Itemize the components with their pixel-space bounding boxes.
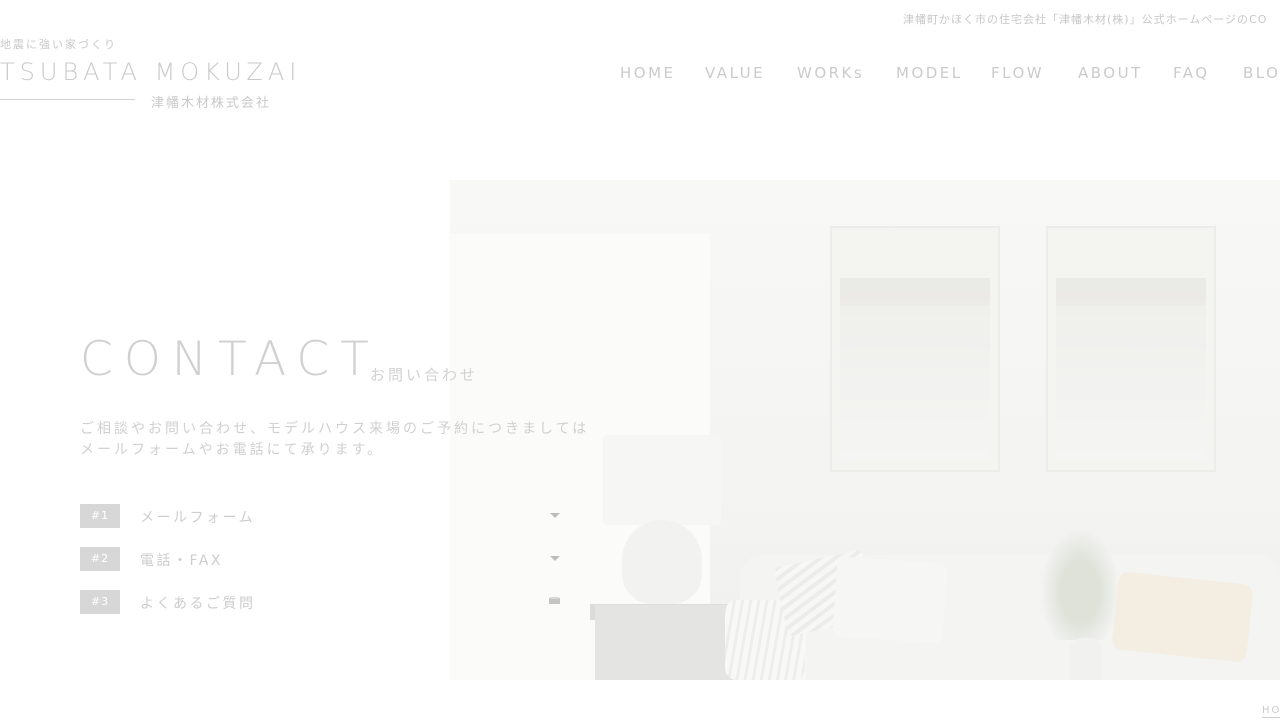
breadcrumb-home-link[interactable]: HO xyxy=(1262,705,1280,718)
wall-art-right xyxy=(1046,226,1216,472)
wall-art-left xyxy=(830,226,1000,472)
site-description: 津幡町かほく市の住宅会社「津幡木材(株)」公式ホームページのCO xyxy=(903,13,1268,26)
lamp-base xyxy=(622,520,702,604)
chevron-down-icon xyxy=(550,556,560,561)
chevron-down-icon xyxy=(550,513,560,518)
logo-divider xyxy=(0,99,135,100)
menu-item-faq[interactable]: #3 よくあるご質問 xyxy=(80,590,560,614)
menu-label: よくあるご質問 xyxy=(140,596,256,612)
menu-label: メールフォーム xyxy=(140,510,256,526)
nav-item-value[interactable]: VALUE xyxy=(705,64,765,82)
nav-item-faq[interactable]: FAQ xyxy=(1173,64,1210,82)
logo-name-jp: 津幡木材株式会社 xyxy=(151,96,272,111)
plant xyxy=(1035,520,1125,640)
nav-item-works[interactable]: WORKs xyxy=(797,64,864,82)
lead-line-2: メールフォームやお電話にて承ります。 xyxy=(80,442,385,458)
main-nav: HOME VALUE WORKs MODEL FLOW ABOUT FAQ BL… xyxy=(620,64,1280,86)
nav-item-blog[interactable]: BLOG xyxy=(1243,64,1280,82)
nav-item-flow[interactable]: FLOW xyxy=(991,64,1044,82)
lead-text: ご相談やお問い合わせ、モデルハウス来場のご予約につきましては メールフォームやお… xyxy=(80,419,640,461)
menu-badge: #2 xyxy=(80,547,120,571)
lead-line-1: ご相談やお問い合わせ、モデルハウス来場のご予約につきましては xyxy=(80,421,590,437)
nav-item-model[interactable]: MODEL xyxy=(896,64,963,82)
nav-item-home[interactable]: HOME xyxy=(620,64,676,82)
logo-name: TSUBATA MOKUZAI xyxy=(0,58,302,86)
vase xyxy=(1070,638,1102,680)
side-table xyxy=(595,605,739,680)
site-logo[interactable]: 地震に強い家づくり TSUBATA MOKUZAI 津幡木材株式会社 xyxy=(0,36,300,116)
page-subtitle: お問い合わせ xyxy=(370,366,479,384)
white-pillow xyxy=(832,556,948,644)
menu-label: 電話・FAX xyxy=(140,553,223,569)
nav-item-about[interactable]: ABOUT xyxy=(1078,64,1143,82)
page-title: CONTACT xyxy=(80,332,380,387)
book-icon xyxy=(549,597,560,604)
menu-badge: #1 xyxy=(80,504,120,528)
logo-tagline: 地震に強い家づくり xyxy=(0,38,117,51)
menu-item-phone-fax[interactable]: #2 電話・FAX xyxy=(80,547,560,571)
menu-badge: #3 xyxy=(80,590,120,614)
beige-pillow xyxy=(1111,571,1254,663)
menu-item-mail-form[interactable]: #1 メールフォーム xyxy=(80,504,560,528)
